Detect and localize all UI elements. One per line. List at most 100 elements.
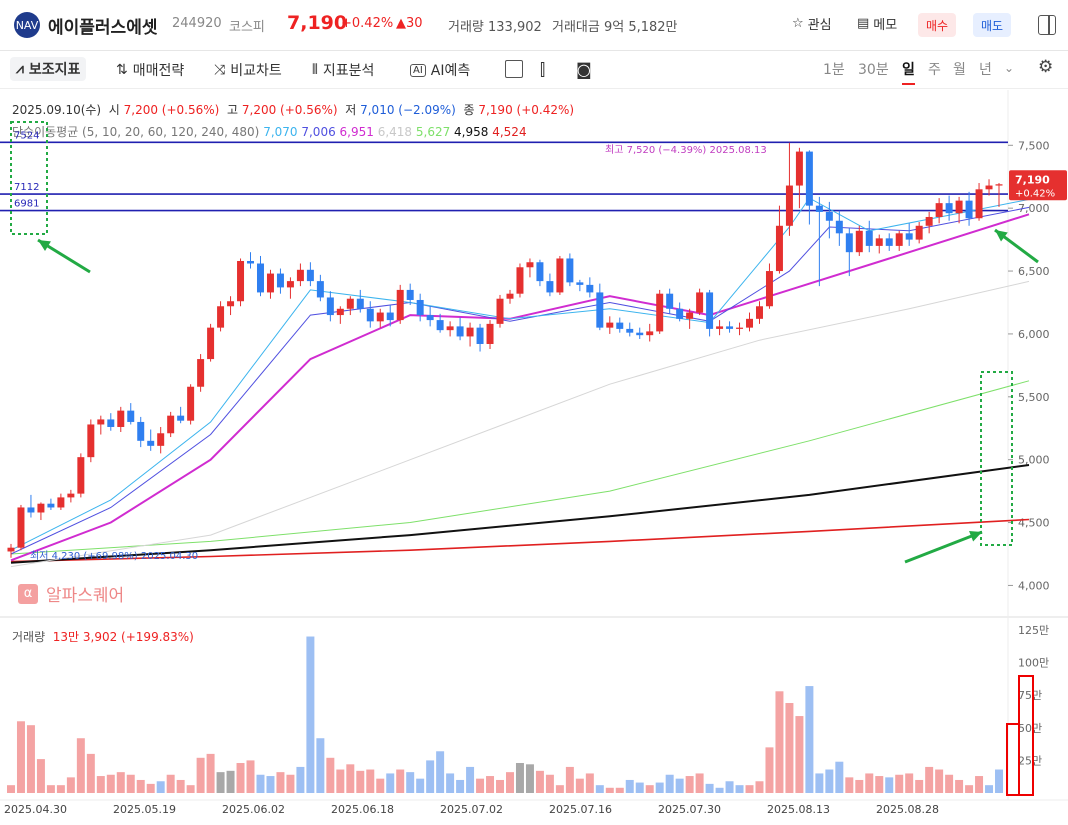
checkbox-icon[interactable] [505, 60, 523, 78]
volume-bar [605, 787, 614, 793]
ai-label: AI예측 [430, 63, 471, 79]
x-tick-label: 2025.07.16 [549, 803, 612, 816]
volume-bar [416, 778, 425, 793]
sell-button[interactable]: 매도 [973, 13, 1011, 37]
candle-body [955, 200, 963, 214]
volume-bar [595, 785, 604, 793]
min-price-label: 최저 4,230 (+69.98%) 2025.04.30 [30, 550, 198, 562]
compare-button[interactable]: ⤨ 비교차트 [214, 60, 282, 80]
volume-bar [505, 772, 514, 793]
volume-bar [745, 785, 754, 793]
ai-predict-button[interactable]: AI AI예측 [410, 60, 470, 80]
candle-body [396, 289, 404, 321]
y-tick-label: 6,000 [1018, 328, 1050, 341]
volume-bar [156, 781, 165, 793]
candle-body [476, 327, 484, 344]
volume-bar [306, 636, 315, 793]
candle-body [227, 301, 235, 307]
candle-body [755, 306, 763, 319]
volume-bar [915, 779, 924, 793]
camera-icon[interactable]: ◙ [576, 60, 592, 79]
candle-body [666, 293, 674, 309]
candle-body [67, 493, 75, 498]
candle-body [746, 318, 754, 328]
candle-body [286, 281, 294, 288]
candle-body [57, 497, 65, 508]
annotation-arrow-1-head [38, 240, 51, 251]
candle-body [366, 308, 374, 322]
y-tick-label: 7,000 [1018, 202, 1050, 215]
y-tick-label: 4,000 [1018, 579, 1050, 592]
volume-bar [615, 787, 624, 793]
candle-body [486, 323, 494, 344]
volume-bar [316, 738, 325, 793]
memo-button[interactable]: ▤ 메모 [857, 14, 897, 33]
candle-type-icon[interactable]: ⫿ [540, 60, 545, 80]
volume-bar [905, 773, 914, 793]
volume-text: 거래량 133,902 [448, 20, 542, 35]
analysis-button[interactable]: ⫴ 지표분석 [312, 60, 374, 80]
annotation-arrow-3-head [969, 530, 982, 542]
volume-info: 거래량 13만 3,902 (+199.83%) [12, 628, 194, 645]
volume-bar [575, 778, 584, 793]
candle-body [736, 327, 744, 329]
indicator-button[interactable]: ⩘ 보조지표 [10, 57, 87, 81]
volume-bar [755, 781, 764, 793]
compare-label: 비교차트 [230, 63, 282, 79]
candle-body [656, 293, 664, 332]
volume-bar [26, 725, 35, 793]
hline-label: 7112 [14, 182, 39, 193]
volume-bar [875, 776, 884, 793]
candle-body [686, 312, 694, 319]
period-30min[interactable]: 30분 [858, 59, 889, 79]
period-year[interactable]: 년 [979, 59, 992, 79]
candle-body [985, 185, 993, 190]
period-week[interactable]: 주 [928, 59, 941, 79]
candle-body [37, 503, 45, 513]
layout-toggle-icon[interactable] [1038, 15, 1056, 35]
last-price-tag [1009, 170, 1067, 201]
volume-bar [236, 763, 245, 793]
candle-body [436, 320, 444, 331]
candle-body [895, 233, 903, 246]
stock-header: NAV 에이플러스에셋 244920 코스피 7,190 +0.42% ▲30 … [0, 0, 1068, 51]
volume-bar [555, 785, 564, 793]
volume-bar [446, 773, 455, 793]
period-day[interactable]: 일 [902, 59, 915, 85]
chevron-down-icon[interactable]: ⌄ [1004, 61, 1014, 75]
watch-button[interactable]: ☆ 관심 [792, 14, 832, 33]
candle-body [556, 258, 564, 293]
candle-body [157, 433, 165, 446]
candle-body [765, 271, 773, 307]
strategy-label: 매매전략 [132, 63, 185, 79]
candle-body [197, 359, 205, 387]
ai-icon: AI [410, 63, 426, 77]
candle-body [536, 262, 544, 282]
candle-body [566, 258, 574, 283]
volume-bar [376, 778, 385, 793]
volume-bar [436, 751, 445, 793]
volume-bar [515, 763, 524, 793]
candle-body [336, 308, 344, 316]
candle-body [865, 230, 873, 246]
candle-body [506, 293, 514, 299]
period-month[interactable]: 월 [953, 59, 966, 79]
candle-analysis-icon: ⫴ [312, 62, 318, 78]
volume-tick-label: 75만 [1018, 689, 1042, 702]
volume-bar [525, 764, 534, 793]
volume-bar [406, 772, 415, 793]
volume-bar [86, 753, 95, 793]
settings-gear-icon[interactable]: ⚙ [1038, 57, 1053, 77]
volume-bar [855, 779, 864, 793]
candle-body [855, 230, 863, 253]
ma-value-2: 6,951 [339, 125, 378, 139]
period-1min[interactable]: 1분 [823, 59, 845, 79]
volume-tick-label: 25만 [1018, 754, 1042, 767]
volume-bar [66, 777, 75, 793]
buy-button[interactable]: 매수 [918, 13, 956, 37]
candle-body [805, 151, 813, 206]
strategy-button[interactable]: ⇅ 매매전략 [116, 60, 184, 80]
volume-bar [775, 691, 784, 793]
candle-body [47, 503, 55, 508]
last-change-text: +0.42% [1015, 188, 1055, 199]
